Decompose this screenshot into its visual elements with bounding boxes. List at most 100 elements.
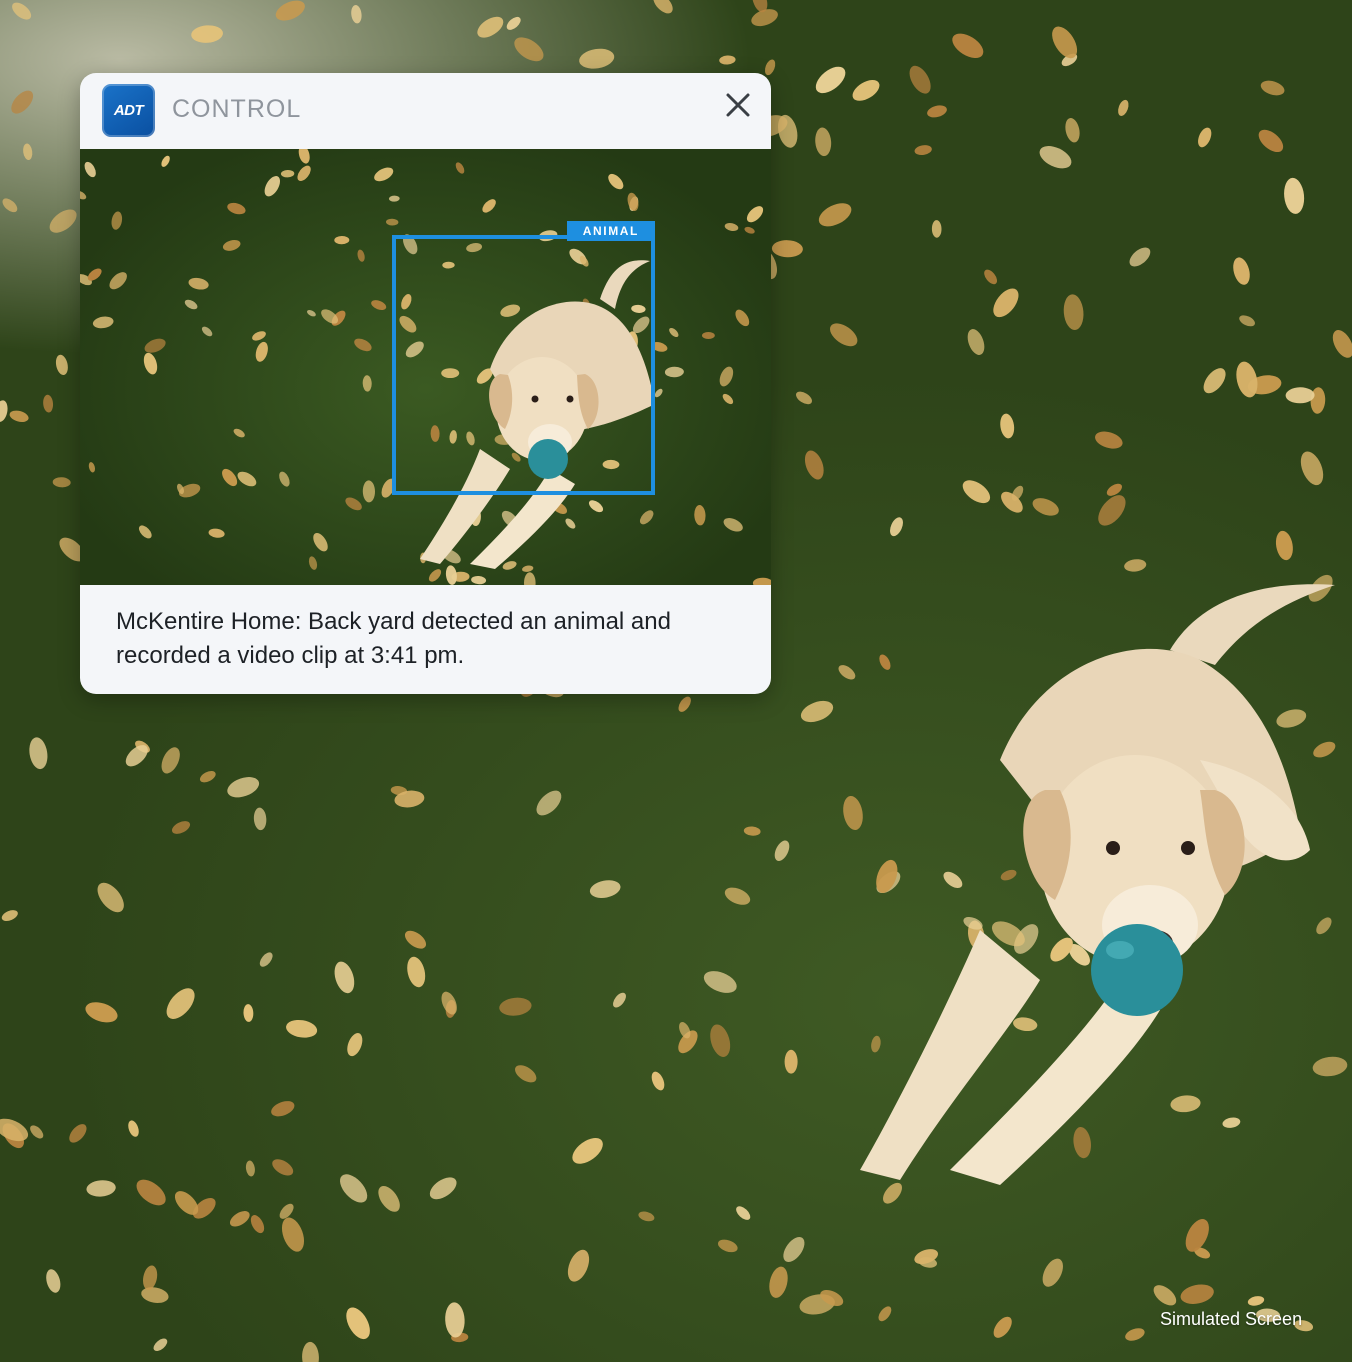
app-name: CONTROL	[172, 95, 302, 123]
video-clip-thumbnail[interactable]: ANIMAL	[80, 149, 771, 585]
leaf	[984, 269, 998, 285]
leaf	[345, 497, 362, 511]
leaf	[1124, 559, 1147, 572]
leaf	[523, 572, 536, 585]
motion-notification-card[interactable]: ADT CONTROL ANIMAL McKentire Home: Back …	[80, 73, 771, 694]
leaf	[702, 332, 715, 339]
leaf	[264, 176, 280, 197]
leaf	[441, 991, 457, 1015]
leaf	[429, 1177, 457, 1200]
leaf	[890, 517, 903, 537]
leaf	[354, 338, 372, 352]
leaf	[191, 25, 223, 43]
leaf	[308, 556, 318, 570]
leaf	[952, 33, 984, 59]
leaf	[109, 272, 127, 290]
leaf	[1000, 413, 1015, 439]
leaf	[818, 203, 852, 227]
leaf	[1129, 247, 1151, 267]
leaf	[227, 202, 246, 215]
message-line-1: McKentire Home: Back yard detected an an…	[116, 608, 671, 635]
leaf	[774, 840, 790, 861]
leaf	[735, 309, 750, 327]
leaf	[579, 48, 615, 69]
leaf	[664, 366, 684, 378]
leaf	[471, 575, 487, 585]
leaf	[783, 1237, 805, 1262]
leaf	[1203, 368, 1226, 394]
leaf	[589, 880, 621, 898]
leaf	[719, 55, 736, 65]
leaf	[522, 565, 534, 572]
leaf	[55, 354, 68, 376]
close-button[interactable]	[720, 87, 756, 123]
leaf	[404, 930, 427, 949]
leaf	[286, 1019, 318, 1038]
leaf	[166, 988, 195, 1019]
leaf	[136, 1179, 166, 1206]
leaf	[243, 1004, 254, 1022]
leaf	[253, 807, 267, 831]
leaf	[993, 288, 1019, 318]
leaf	[784, 1049, 798, 1074]
leaf	[883, 1182, 902, 1204]
leaf	[297, 165, 311, 181]
leaf	[2, 198, 18, 213]
leaf	[499, 997, 532, 1016]
leaf	[272, 1159, 294, 1176]
leaf	[843, 795, 863, 831]
leaf	[909, 65, 931, 94]
leaf	[445, 565, 457, 585]
leaf	[455, 162, 465, 174]
leaf	[639, 510, 654, 525]
leaf	[280, 169, 295, 178]
leaf	[9, 410, 29, 423]
leaf	[250, 1215, 265, 1234]
leaf	[233, 428, 245, 438]
leaf	[97, 882, 124, 913]
leaf	[1042, 1258, 1063, 1287]
leaf	[710, 1024, 731, 1057]
leaf	[279, 471, 290, 487]
leaf	[229, 1211, 250, 1227]
leaf	[852, 79, 880, 101]
leaf	[536, 790, 562, 816]
leaf	[281, 1217, 305, 1252]
leaf	[769, 1266, 788, 1298]
leaf	[86, 1180, 116, 1197]
leaf	[752, 577, 771, 585]
leaf	[588, 500, 604, 513]
leaf	[144, 338, 166, 353]
leaf	[796, 391, 812, 405]
leaf	[271, 1101, 295, 1117]
detection-label: ANIMAL	[566, 221, 655, 241]
notification-header: ADT CONTROL	[80, 73, 771, 149]
leaf	[669, 327, 679, 338]
leaf	[1247, 1296, 1265, 1306]
adt-logo: ADT	[102, 84, 155, 137]
leaf	[346, 1307, 370, 1340]
leaf	[1118, 99, 1129, 116]
leaf	[1032, 498, 1059, 516]
leaf	[23, 143, 33, 161]
leaf	[572, 1138, 603, 1164]
leaf	[931, 220, 942, 238]
dog-illustration	[860, 584, 1335, 1185]
leaf	[1039, 146, 1072, 169]
leaf	[1153, 1285, 1177, 1306]
leaf	[1095, 431, 1123, 449]
leaf	[1258, 129, 1284, 153]
leaf	[52, 477, 71, 488]
leaf	[482, 199, 496, 213]
leaf	[871, 1035, 881, 1053]
leaf	[1180, 1284, 1214, 1304]
leaf	[184, 299, 198, 310]
simulated-screen-disclaimer: Simulated Screen	[1160, 1309, 1303, 1329]
leaf	[259, 952, 273, 967]
leaf	[252, 331, 266, 341]
leaf	[275, 0, 305, 21]
leaf	[362, 480, 376, 503]
leaf	[12, 2, 32, 20]
leaf	[502, 561, 517, 570]
leaf	[306, 309, 316, 317]
